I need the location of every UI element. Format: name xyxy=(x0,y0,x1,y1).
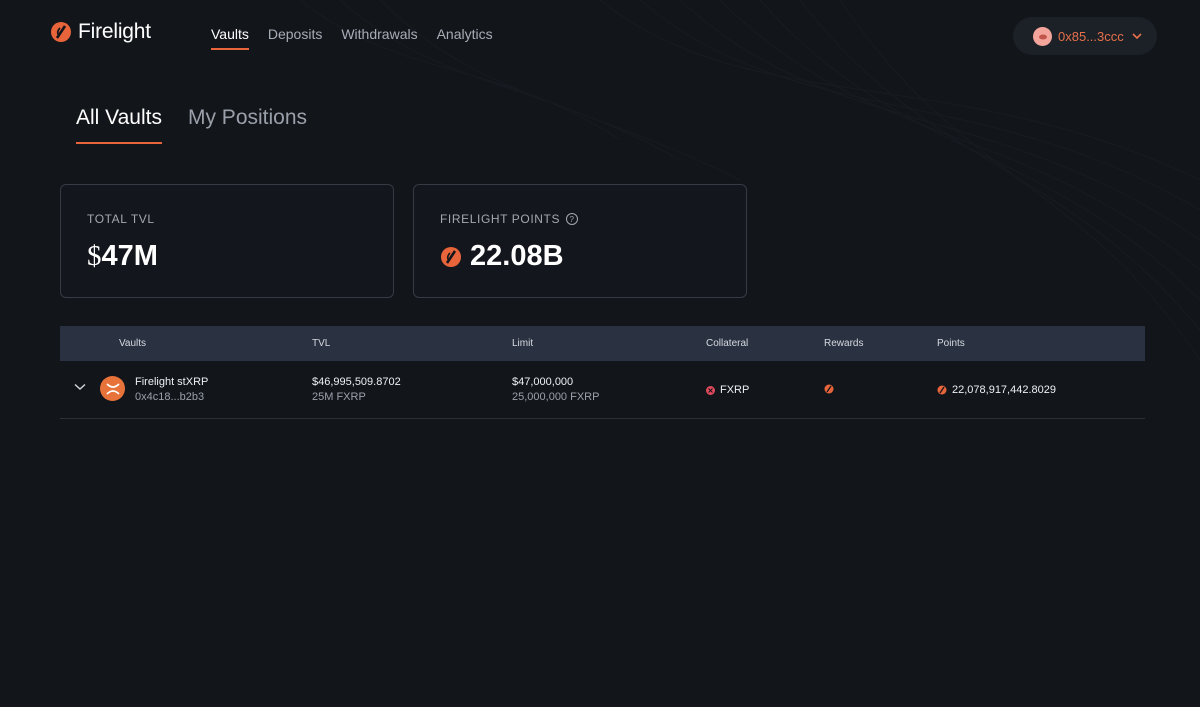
expand-chevron-icon[interactable] xyxy=(74,383,86,391)
total-tvl-value: 47M xyxy=(101,240,158,272)
chevron-down-icon xyxy=(1132,33,1142,39)
points-label: FIRELIGHT POINTS xyxy=(440,212,561,226)
table-row[interactable]: Firelight stXRP 0x4c18...b2b3 $46,995,50… xyxy=(60,361,1145,419)
brand-name: Firelight xyxy=(78,20,151,43)
tvl-cell: $46,995,509.8702 25M FXRP xyxy=(312,376,401,403)
firelight-reward-icon xyxy=(824,384,834,394)
tvl-sub: 25M FXRP xyxy=(312,391,366,403)
xrp-icon xyxy=(105,382,120,395)
nav-vaults[interactable]: Vaults xyxy=(211,26,249,50)
tab-all-vaults[interactable]: All Vaults xyxy=(76,106,162,144)
total-tvl-card: TOTAL TVL $ 47M xyxy=(60,184,394,298)
col-points[interactable]: Points xyxy=(937,338,965,349)
vault-cell: Firelight stXRP 0x4c18...b2b3 xyxy=(135,376,208,403)
nav-withdrawals[interactable]: Withdrawals xyxy=(341,26,417,50)
stxrp-logo xyxy=(100,376,125,401)
wallet-avatar xyxy=(1033,26,1052,46)
points-row-value: 22,078,917,442.8029 xyxy=(952,384,1056,396)
points-value-row: 22.08B xyxy=(440,240,720,273)
firelight-points-icon xyxy=(441,246,461,267)
col-limit[interactable]: Limit xyxy=(512,338,533,349)
firelight-points-card: FIRELIGHT POINTS ? 22.08B xyxy=(413,184,747,298)
collateral-cell: FXRP xyxy=(706,384,749,396)
nav-analytics[interactable]: Analytics xyxy=(437,26,493,50)
total-tvl-label: TOTAL TVL xyxy=(87,212,155,226)
limit-value: $47,000,000 xyxy=(512,376,574,388)
limit-sub: 25,000,000 FXRP xyxy=(512,391,600,403)
tvl-value: $46,995,509.8702 xyxy=(312,376,401,388)
vault-address: 0x4c18...b2b3 xyxy=(135,391,205,403)
nav-deposits[interactable]: Deposits xyxy=(268,26,322,50)
wallet-button[interactable]: 0x85...3ccc xyxy=(1013,17,1157,55)
points-label-row: FIRELIGHT POINTS ? xyxy=(440,212,720,226)
fxrp-icon xyxy=(706,385,715,395)
collateral-value: FXRP xyxy=(720,384,750,396)
limit-cell: $47,000,000 25,000,000 FXRP xyxy=(512,376,599,403)
tvl-currency: $ xyxy=(87,240,102,272)
wallet-address: 0x85...3ccc xyxy=(1058,28,1124,44)
top-header: Firelight Vaults Deposits Withdrawals An… xyxy=(0,0,1200,72)
tab-my-positions[interactable]: My Positions xyxy=(188,106,307,144)
vaults-table: Vaults TVL Limit Collateral Rewards Poin… xyxy=(60,326,1145,419)
col-tvl[interactable]: TVL xyxy=(312,338,330,349)
total-tvl-value-row: $ 47M xyxy=(87,240,367,273)
vault-tabs: All Vaults My Positions xyxy=(76,106,307,144)
vault-name[interactable]: Firelight stXRP xyxy=(135,376,208,388)
col-vaults[interactable]: Vaults xyxy=(119,338,146,349)
points-cell: 22,078,917,442.8029 xyxy=(937,384,1056,396)
firelight-points-small-icon xyxy=(937,385,947,395)
avatar-icon xyxy=(1038,34,1047,40)
table-header: Vaults TVL Limit Collateral Rewards Poin… xyxy=(60,326,1145,361)
main-nav: Vaults Deposits Withdrawals Analytics xyxy=(211,26,512,50)
help-icon[interactable]: ? xyxy=(566,213,579,225)
col-collateral[interactable]: Collateral xyxy=(706,338,748,349)
col-rewards[interactable]: Rewards xyxy=(824,338,863,349)
points-value: 22.08B xyxy=(470,240,564,272)
brand-logo[interactable]: Firelight xyxy=(50,20,151,44)
rewards-cell xyxy=(824,384,834,397)
firelight-logo-icon xyxy=(51,22,71,42)
